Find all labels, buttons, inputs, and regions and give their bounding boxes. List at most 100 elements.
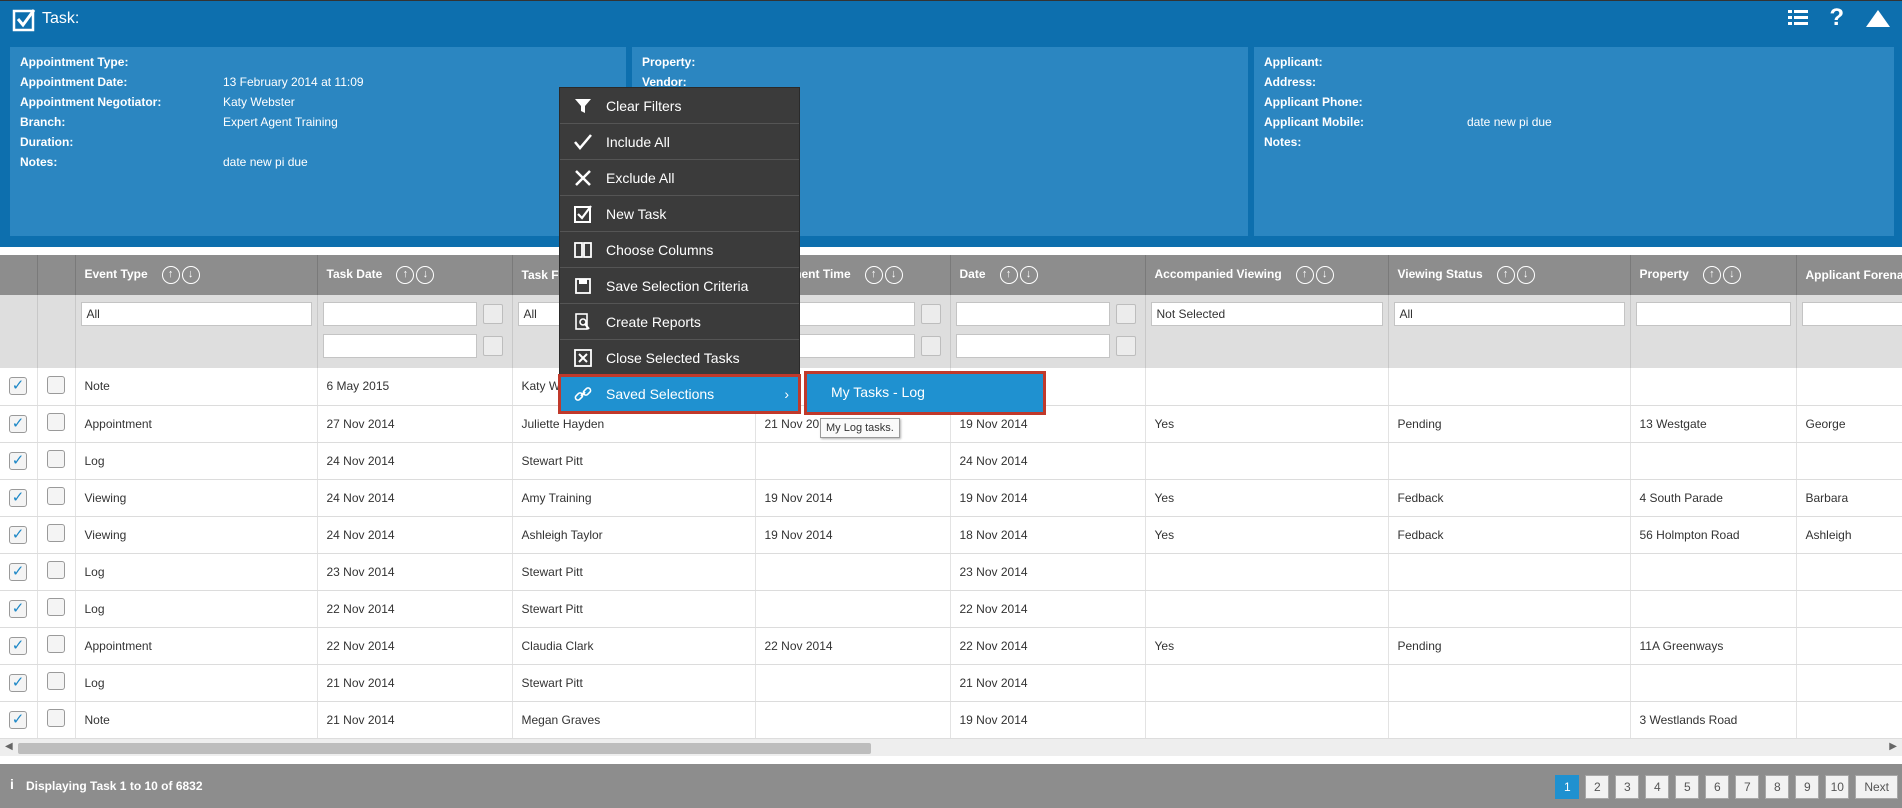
- table-row[interactable]: ✓ Appointment 22 Nov 2014 Claudia Clark 22 N…: [0, 627, 1902, 665]
- row-mark-checkbox[interactable]: [46, 375, 65, 394]
- row-checkbox[interactable]: ✓: [9, 451, 27, 470]
- cell-task-for: Stewart Pitt: [512, 664, 756, 702]
- row-checkbox[interactable]: ✓: [9, 414, 27, 433]
- row-checkbox[interactable]: ✓: [9, 562, 27, 581]
- row-checkbox[interactable]: ✓: [9, 710, 27, 729]
- property-filter[interactable]: [1635, 302, 1791, 326]
- sort-down-icon[interactable]: ↓: [1722, 266, 1741, 284]
- table-row[interactable]: ✓ Note 21 Nov 2014 Megan Graves 19 Nov 2014 3…: [0, 701, 1902, 738]
- row-checkbox[interactable]: ✓: [9, 673, 27, 692]
- saved-selection-my-tasks-log[interactable]: My Tasks - Log: [804, 371, 1046, 415]
- col-accompanied-viewing[interactable]: Accompanied Viewing ↑ ↓: [1145, 255, 1389, 295]
- sort-down-icon[interactable]: ↓: [884, 266, 903, 284]
- next-page-button[interactable]: Next: [1855, 775, 1898, 799]
- table-row[interactable]: ✓ Viewing 24 Nov 2014 Amy Training 19 Nov 20…: [0, 479, 1902, 517]
- menu-item-new-task[interactable]: New Task: [560, 196, 799, 232]
- page-button-2[interactable]: 2: [1585, 775, 1610, 799]
- calendar-icon[interactable]: [1115, 336, 1136, 356]
- row-mark-checkbox[interactable]: [46, 598, 65, 616]
- col-event-type[interactable]: Event Type ↑ ↓: [75, 255, 318, 295]
- row-mark-checkbox[interactable]: [46, 709, 65, 727]
- row-mark-checkbox[interactable]: [46, 413, 65, 431]
- menu-item-save-selection-criteria[interactable]: Save Selection Criteria: [560, 268, 799, 304]
- table-row[interactable]: ✓ Log 23 Nov 2014 Stewart Pitt 23 Nov 2014: [0, 553, 1902, 591]
- sort-up-icon[interactable]: ↑: [1496, 266, 1515, 284]
- info-label: Notes:: [1264, 135, 1302, 149]
- menu-item-include-all[interactable]: Include All: [560, 124, 799, 160]
- sort-up-icon[interactable]: ↑: [1295, 266, 1314, 284]
- row-mark-checkbox[interactable]: [46, 561, 65, 579]
- sort-down-icon[interactable]: ↓: [1516, 266, 1535, 284]
- table-row[interactable]: ✓ Log 24 Nov 2014 Stewart Pitt 24 Nov 2014: [0, 442, 1902, 480]
- list-icon[interactable]: [1787, 7, 1809, 29]
- row-mark-checkbox[interactable]: [46, 487, 65, 505]
- col-task-date[interactable]: Task Date ↑ ↓: [317, 255, 513, 295]
- row-mark-checkbox[interactable]: [46, 524, 65, 542]
- page-button-6[interactable]: 6: [1705, 775, 1730, 799]
- sort-up-icon[interactable]: ↑: [1702, 266, 1721, 284]
- sort-up-icon[interactable]: ↑: [864, 266, 883, 284]
- info-value: 13 February 2014 at 11:09: [223, 75, 364, 89]
- accompanied-filter[interactable]: Not Selected: [1150, 302, 1383, 326]
- col-viewing-status[interactable]: Viewing Status ↑ ↓: [1388, 255, 1631, 295]
- page-button-5[interactable]: 5: [1675, 775, 1700, 799]
- menu-item-close-selected-tasks[interactable]: Close Selected Tasks: [560, 340, 799, 376]
- page-button-4[interactable]: 4: [1645, 775, 1670, 799]
- row-checkbox[interactable]: ✓: [9, 636, 27, 655]
- help-icon[interactable]: ?: [1829, 6, 1844, 30]
- sort-down-icon[interactable]: ↓: [416, 266, 435, 284]
- page-button-10[interactable]: 10: [1825, 775, 1850, 799]
- sort-up-icon[interactable]: ↑: [161, 266, 180, 284]
- page-button-1[interactable]: 1: [1555, 775, 1580, 799]
- col-date[interactable]: Date ↑ ↓: [950, 255, 1146, 295]
- row-checkbox[interactable]: ✓: [9, 525, 27, 544]
- sort-down-icon[interactable]: ↓: [1019, 266, 1038, 284]
- menu-item-choose-columns[interactable]: Choose Columns: [560, 232, 799, 268]
- sort-down-icon[interactable]: ↓: [1315, 266, 1334, 284]
- applicant-forename-filter[interactable]: [1801, 302, 1902, 326]
- calendar-icon[interactable]: [920, 304, 941, 324]
- task-date-from-input[interactable]: [322, 302, 477, 326]
- page-button-8[interactable]: 8: [1765, 775, 1790, 799]
- calendar-icon[interactable]: [1115, 304, 1136, 324]
- menu-item-create-reports[interactable]: Create Reports: [560, 304, 799, 340]
- page-button-9[interactable]: 9: [1795, 775, 1820, 799]
- table-row[interactable]: ✓ Log 22 Nov 2014 Stewart Pitt 22 Nov 2014: [0, 590, 1902, 628]
- calendar-icon[interactable]: [482, 336, 503, 356]
- menu-item-label: Choose Columns: [606, 241, 714, 258]
- col-property[interactable]: Property ↑ ↓: [1630, 255, 1797, 295]
- filter-cell: [950, 295, 1146, 368]
- date-to-input[interactable]: [955, 334, 1110, 358]
- calendar-icon[interactable]: [482, 304, 503, 324]
- scroll-left-icon[interactable]: ◀: [5, 741, 13, 752]
- calendar-icon[interactable]: [920, 336, 941, 356]
- row-mark-checkbox[interactable]: [46, 635, 65, 653]
- collapse-icon[interactable]: [1864, 7, 1892, 29]
- row-mark-checkbox[interactable]: [46, 450, 65, 468]
- sort-down-icon[interactable]: ↓: [181, 266, 200, 284]
- page-button-3[interactable]: 3: [1615, 775, 1640, 799]
- row-mark-checkbox[interactable]: [46, 672, 65, 690]
- task-date-to-input[interactable]: [322, 334, 477, 358]
- menu-item-saved-selections[interactable]: Saved Selections ›: [558, 374, 801, 414]
- horizontal-scrollbar[interactable]: ◀ ▶: [0, 738, 1902, 756]
- row-checkbox[interactable]: ✓: [9, 599, 27, 618]
- cell-status: [1388, 442, 1631, 480]
- sort-up-icon[interactable]: ↑: [999, 266, 1018, 284]
- scroll-right-icon[interactable]: ▶: [1889, 741, 1897, 752]
- row-checkbox[interactable]: ✓: [9, 377, 27, 396]
- menu-item-clear-filters[interactable]: Clear Filters: [560, 88, 799, 124]
- event-type-filter[interactable]: All: [80, 302, 312, 326]
- menu-item-exclude-all[interactable]: Exclude All: [560, 160, 799, 196]
- table-row[interactable]: ✓ Viewing 24 Nov 2014 Ashleigh Taylor 19 Nov…: [0, 516, 1902, 554]
- scrollbar-thumb[interactable]: [18, 743, 871, 754]
- date-from-input[interactable]: [955, 302, 1110, 326]
- row-mark-cell: [37, 664, 76, 702]
- col-applicant-forename[interactable]: Applicant Forena: [1796, 255, 1902, 295]
- row-select-cell: ✓: [0, 664, 38, 702]
- viewing-status-filter[interactable]: All: [1393, 302, 1625, 326]
- table-row[interactable]: ✓ Log 21 Nov 2014 Stewart Pitt 21 Nov 2014: [0, 664, 1902, 702]
- page-button-7[interactable]: 7: [1735, 775, 1760, 799]
- sort-up-icon[interactable]: ↑: [396, 266, 415, 284]
- row-checkbox[interactable]: ✓: [9, 488, 27, 507]
